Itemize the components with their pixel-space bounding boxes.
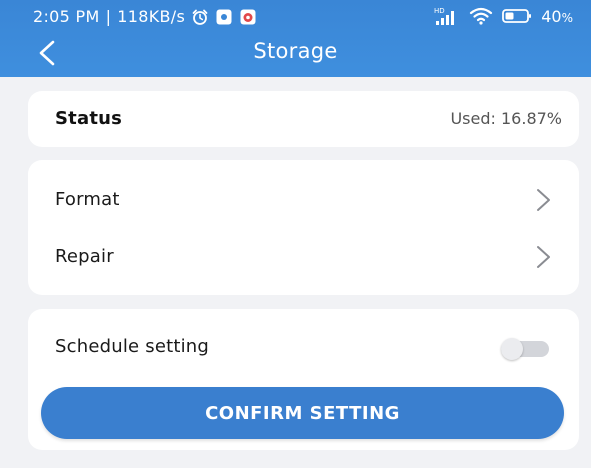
schedule-toggle[interactable]	[501, 338, 549, 360]
wifi-icon	[469, 6, 493, 26]
signal-icon: HD	[434, 6, 460, 26]
status-bar-right: HD 40%	[434, 6, 573, 26]
repair-label: Repair	[55, 246, 114, 267]
chevron-right-icon	[537, 246, 550, 268]
app-notification-icon-2	[239, 8, 257, 26]
battery-level: 40%	[541, 6, 573, 26]
storage-used-value: Used: 16.87%	[450, 109, 562, 128]
format-row[interactable]: Format	[28, 176, 579, 224]
toggle-knob	[501, 338, 523, 360]
status-separator: |	[105, 7, 112, 26]
status-bar: 2:05 PM | 118KB/s HD 40%	[0, 0, 591, 34]
nav-bar: Storage	[0, 34, 591, 72]
actions-card: Format Repair	[28, 160, 579, 295]
status-label: Status	[55, 108, 123, 129]
repair-row[interactable]: Repair	[28, 233, 579, 281]
status-card: Status Used: 16.87%	[28, 91, 579, 147]
app-notification-icon	[215, 8, 233, 26]
network-speed: 118KB/s	[117, 7, 186, 26]
page-title: Storage	[253, 39, 338, 63]
format-label: Format	[55, 189, 120, 210]
network-badge: HD	[434, 7, 445, 15]
chevron-right-icon	[537, 189, 550, 211]
schedule-setting-label: Schedule setting	[55, 336, 210, 357]
schedule-card: Schedule setting CONFIRM SETTING	[28, 309, 579, 450]
battery-icon	[502, 8, 532, 24]
status-time: 2:05 PM	[33, 7, 100, 26]
status-bar-left: 2:05 PM | 118KB/s	[33, 7, 257, 26]
app-header: 2:05 PM | 118KB/s HD 40% Storage	[0, 0, 591, 77]
storage-screen: 2:05 PM | 118KB/s HD 40% Storage Status …	[0, 0, 591, 468]
alarm-icon	[191, 8, 209, 26]
confirm-setting-button[interactable]: CONFIRM SETTING	[41, 387, 564, 439]
